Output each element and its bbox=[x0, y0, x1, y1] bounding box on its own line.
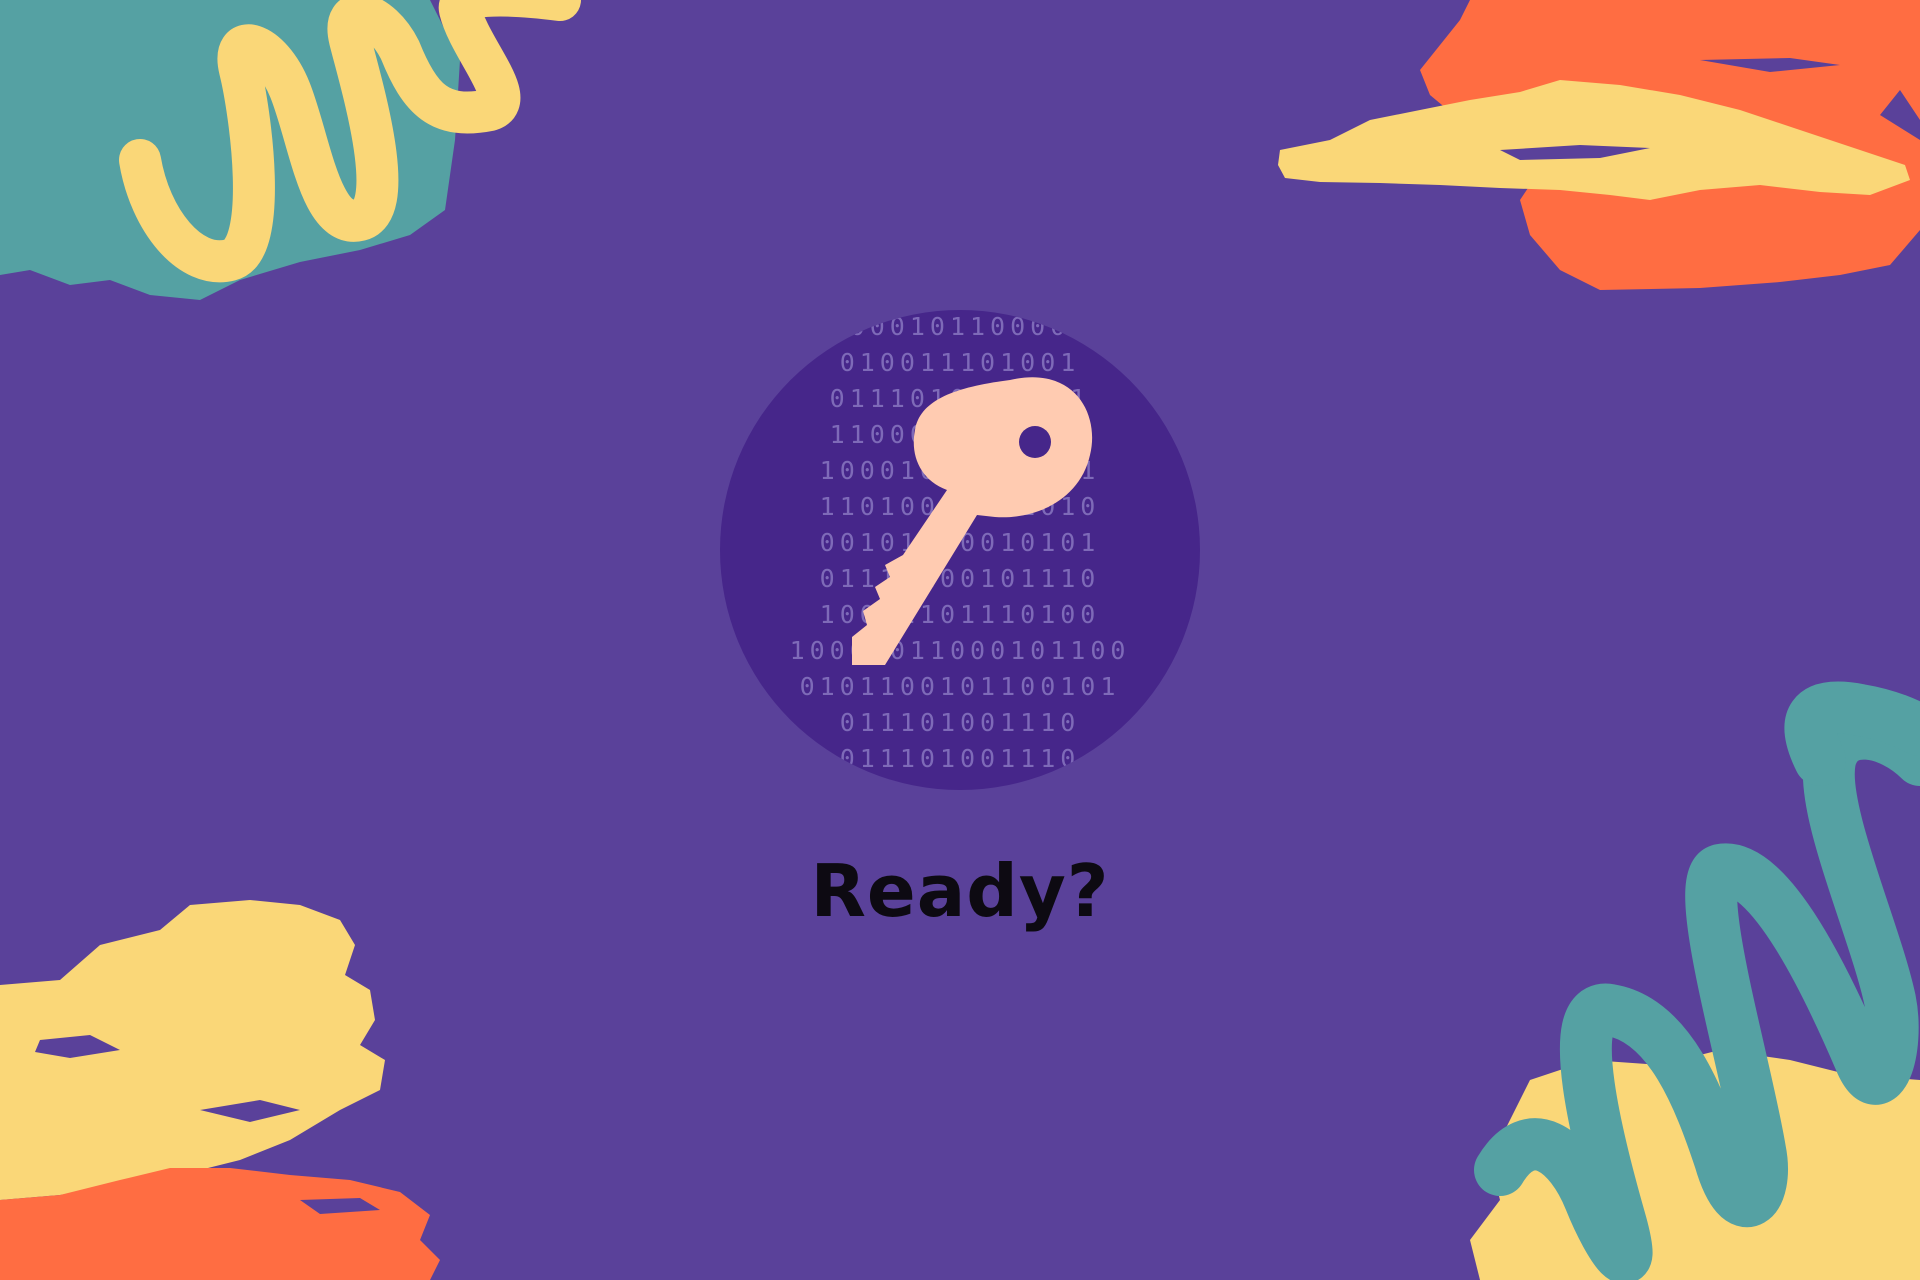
binary-row: 011101001110 bbox=[840, 708, 1081, 737]
ready-caption: Ready? bbox=[810, 849, 1110, 933]
binary-row: 010011101001 bbox=[840, 348, 1081, 377]
binary-row: 01110100101110 bbox=[820, 564, 1101, 593]
binary-row: 10011101110100 bbox=[820, 600, 1101, 629]
binary-row: 10001011000101100 bbox=[790, 636, 1131, 665]
key-emblem: 0001011000001001110100101110100110011100… bbox=[720, 310, 1200, 790]
slide-background: 0001011000001001110100101110100110011100… bbox=[0, 0, 1920, 1280]
binary-row: 00010110000 bbox=[850, 312, 1071, 341]
binary-row: 0101100101100101 bbox=[800, 672, 1121, 701]
binary-row: 011101001110 bbox=[840, 744, 1081, 773]
